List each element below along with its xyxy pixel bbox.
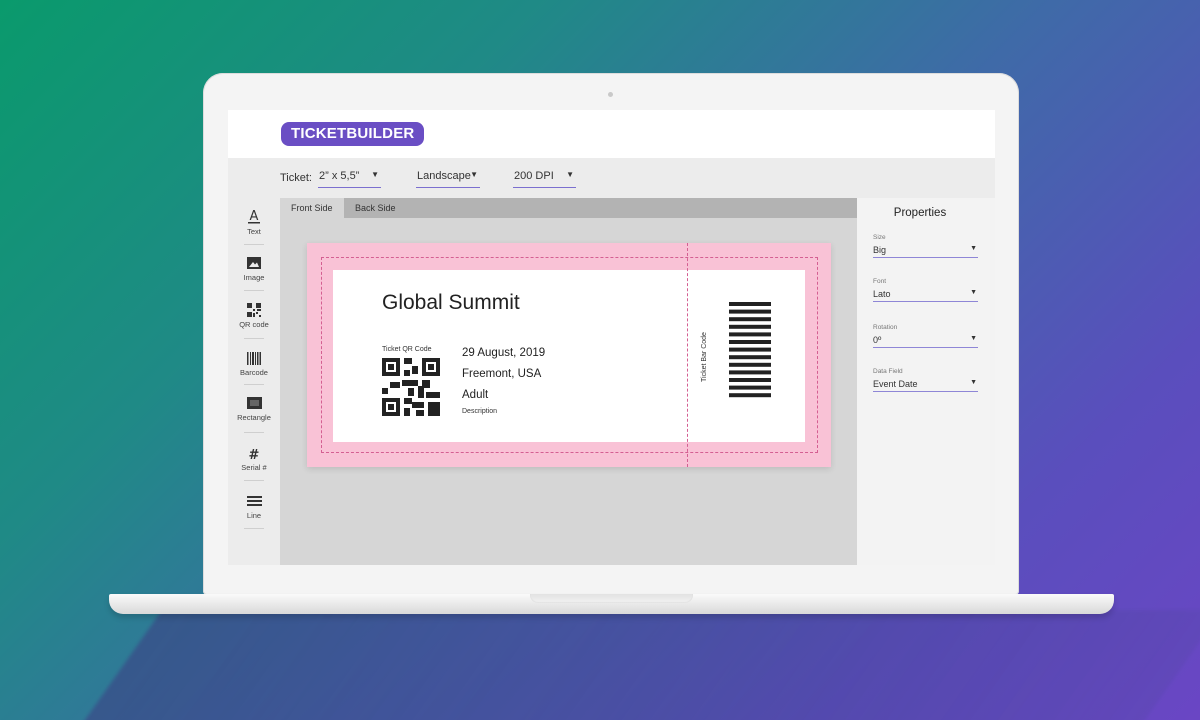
- svg-text:A: A: [250, 209, 259, 224]
- chevron-down-icon: ▼: [970, 289, 977, 296]
- divider: [244, 384, 264, 385]
- app-logo: TICKETBUILDER: [281, 122, 425, 146]
- tab-back-side[interactable]: Back Side: [344, 198, 407, 218]
- divider: [244, 528, 264, 529]
- text-icon: A: [240, 208, 268, 226]
- rotation-select[interactable]: 0º ▼: [873, 335, 978, 348]
- tool-rectangle[interactable]: Rectangle: [237, 394, 271, 422]
- tool-serial[interactable]: # Serial #: [240, 444, 268, 473]
- properties-panel: Properties Size Big ▼ Font Lato ▼ Rotati…: [857, 198, 995, 565]
- font-select[interactable]: Lato ▼: [873, 289, 978, 302]
- camera-dot: [608, 92, 613, 97]
- qr-code-icon: [240, 301, 268, 319]
- divider: [244, 244, 264, 245]
- tool-text[interactable]: A Text: [240, 208, 268, 236]
- side-tabs: Front Side Back Side: [280, 198, 857, 218]
- property-data-field: Data Field Event Date ▼: [873, 368, 978, 392]
- tool-label: Text: [247, 227, 261, 236]
- dpi-select[interactable]: 200 DPI ▼: [513, 170, 576, 188]
- property-caption: Rotation: [873, 324, 898, 331]
- property-font: Font Lato ▼: [873, 278, 978, 302]
- data-field-select[interactable]: Event Date ▼: [873, 379, 978, 392]
- size-value: Big: [873, 245, 887, 255]
- chevron-down-icon: ▼: [371, 170, 379, 179]
- rectangle-icon: [240, 394, 268, 412]
- property-caption: Size: [873, 234, 886, 241]
- chevron-down-icon: ▼: [566, 170, 574, 179]
- tab-front-side[interactable]: Front Side: [280, 198, 344, 218]
- dpi-value: 200 DPI: [514, 170, 554, 182]
- svg-text:#: #: [249, 448, 260, 460]
- tool-label: Rectangle: [237, 413, 271, 422]
- ticket-toolbar: Ticket: 2” x 5,5” ▼ Landscape ▼ 200 DPI …: [228, 158, 995, 198]
- ticket-size-value: 2” x 5,5”: [319, 170, 360, 182]
- property-caption: Font: [873, 278, 887, 285]
- property-rotation: Rotation 0º ▼: [873, 324, 978, 348]
- ticket-size-select[interactable]: 2” x 5,5” ▼: [318, 170, 381, 188]
- divider: [244, 432, 264, 433]
- design-canvas: Front Side Back Side Global Summit Ticke…: [280, 198, 857, 565]
- ticket-preview[interactable]: Global Summit Ticket QR Code 29 August,: [307, 243, 831, 467]
- data-field-value: Event Date: [873, 379, 918, 389]
- divider: [244, 480, 264, 481]
- chevron-down-icon: ▼: [970, 245, 977, 252]
- orientation-select[interactable]: Landscape ▼: [416, 170, 480, 188]
- orientation-value: Landscape: [417, 170, 471, 182]
- tool-label: Serial #: [241, 463, 267, 472]
- laptop-notch: [530, 594, 693, 603]
- rotation-value: 0º: [873, 335, 882, 345]
- tool-qr-code[interactable]: QR code: [239, 301, 269, 329]
- tool-label: QR code: [239, 320, 269, 329]
- property-caption: Data Field: [873, 368, 903, 375]
- tool-barcode[interactable]: Barcode: [240, 349, 268, 377]
- tool-line[interactable]: Line: [240, 492, 268, 520]
- hash-icon: #: [240, 444, 268, 462]
- safe-area-guide: [321, 257, 818, 453]
- line-icon: [240, 492, 268, 510]
- property-size: Size Big ▼: [873, 234, 978, 258]
- ticket-label: Ticket:: [280, 172, 312, 184]
- tool-label: Image: [243, 273, 265, 282]
- chevron-down-icon: ▼: [970, 379, 977, 386]
- divider: [244, 290, 264, 291]
- tool-image[interactable]: Image: [240, 254, 268, 282]
- barcode-icon: [240, 349, 268, 367]
- properties-title: Properties: [893, 207, 947, 219]
- font-value: Lato: [873, 289, 891, 299]
- divider: [244, 338, 264, 339]
- laptop-shadow: [77, 610, 1200, 720]
- tool-label: Line: [246, 511, 262, 520]
- laptop-base: [109, 594, 1114, 614]
- tool-label: Barcode: [240, 368, 268, 377]
- chevron-down-icon: ▼: [470, 170, 478, 179]
- app-screen: TICKETBUILDER Ticket: 2” x 5,5” ▼ Landsc…: [228, 110, 995, 565]
- image-icon: [240, 254, 268, 272]
- size-select[interactable]: Big ▼: [873, 245, 978, 258]
- perforation-line: [687, 243, 688, 467]
- tool-sidebar: A Text Image QR code Barcode Rectangle #…: [228, 198, 280, 565]
- chevron-down-icon: ▼: [970, 335, 977, 342]
- app-header: TICKETBUILDER: [228, 110, 995, 158]
